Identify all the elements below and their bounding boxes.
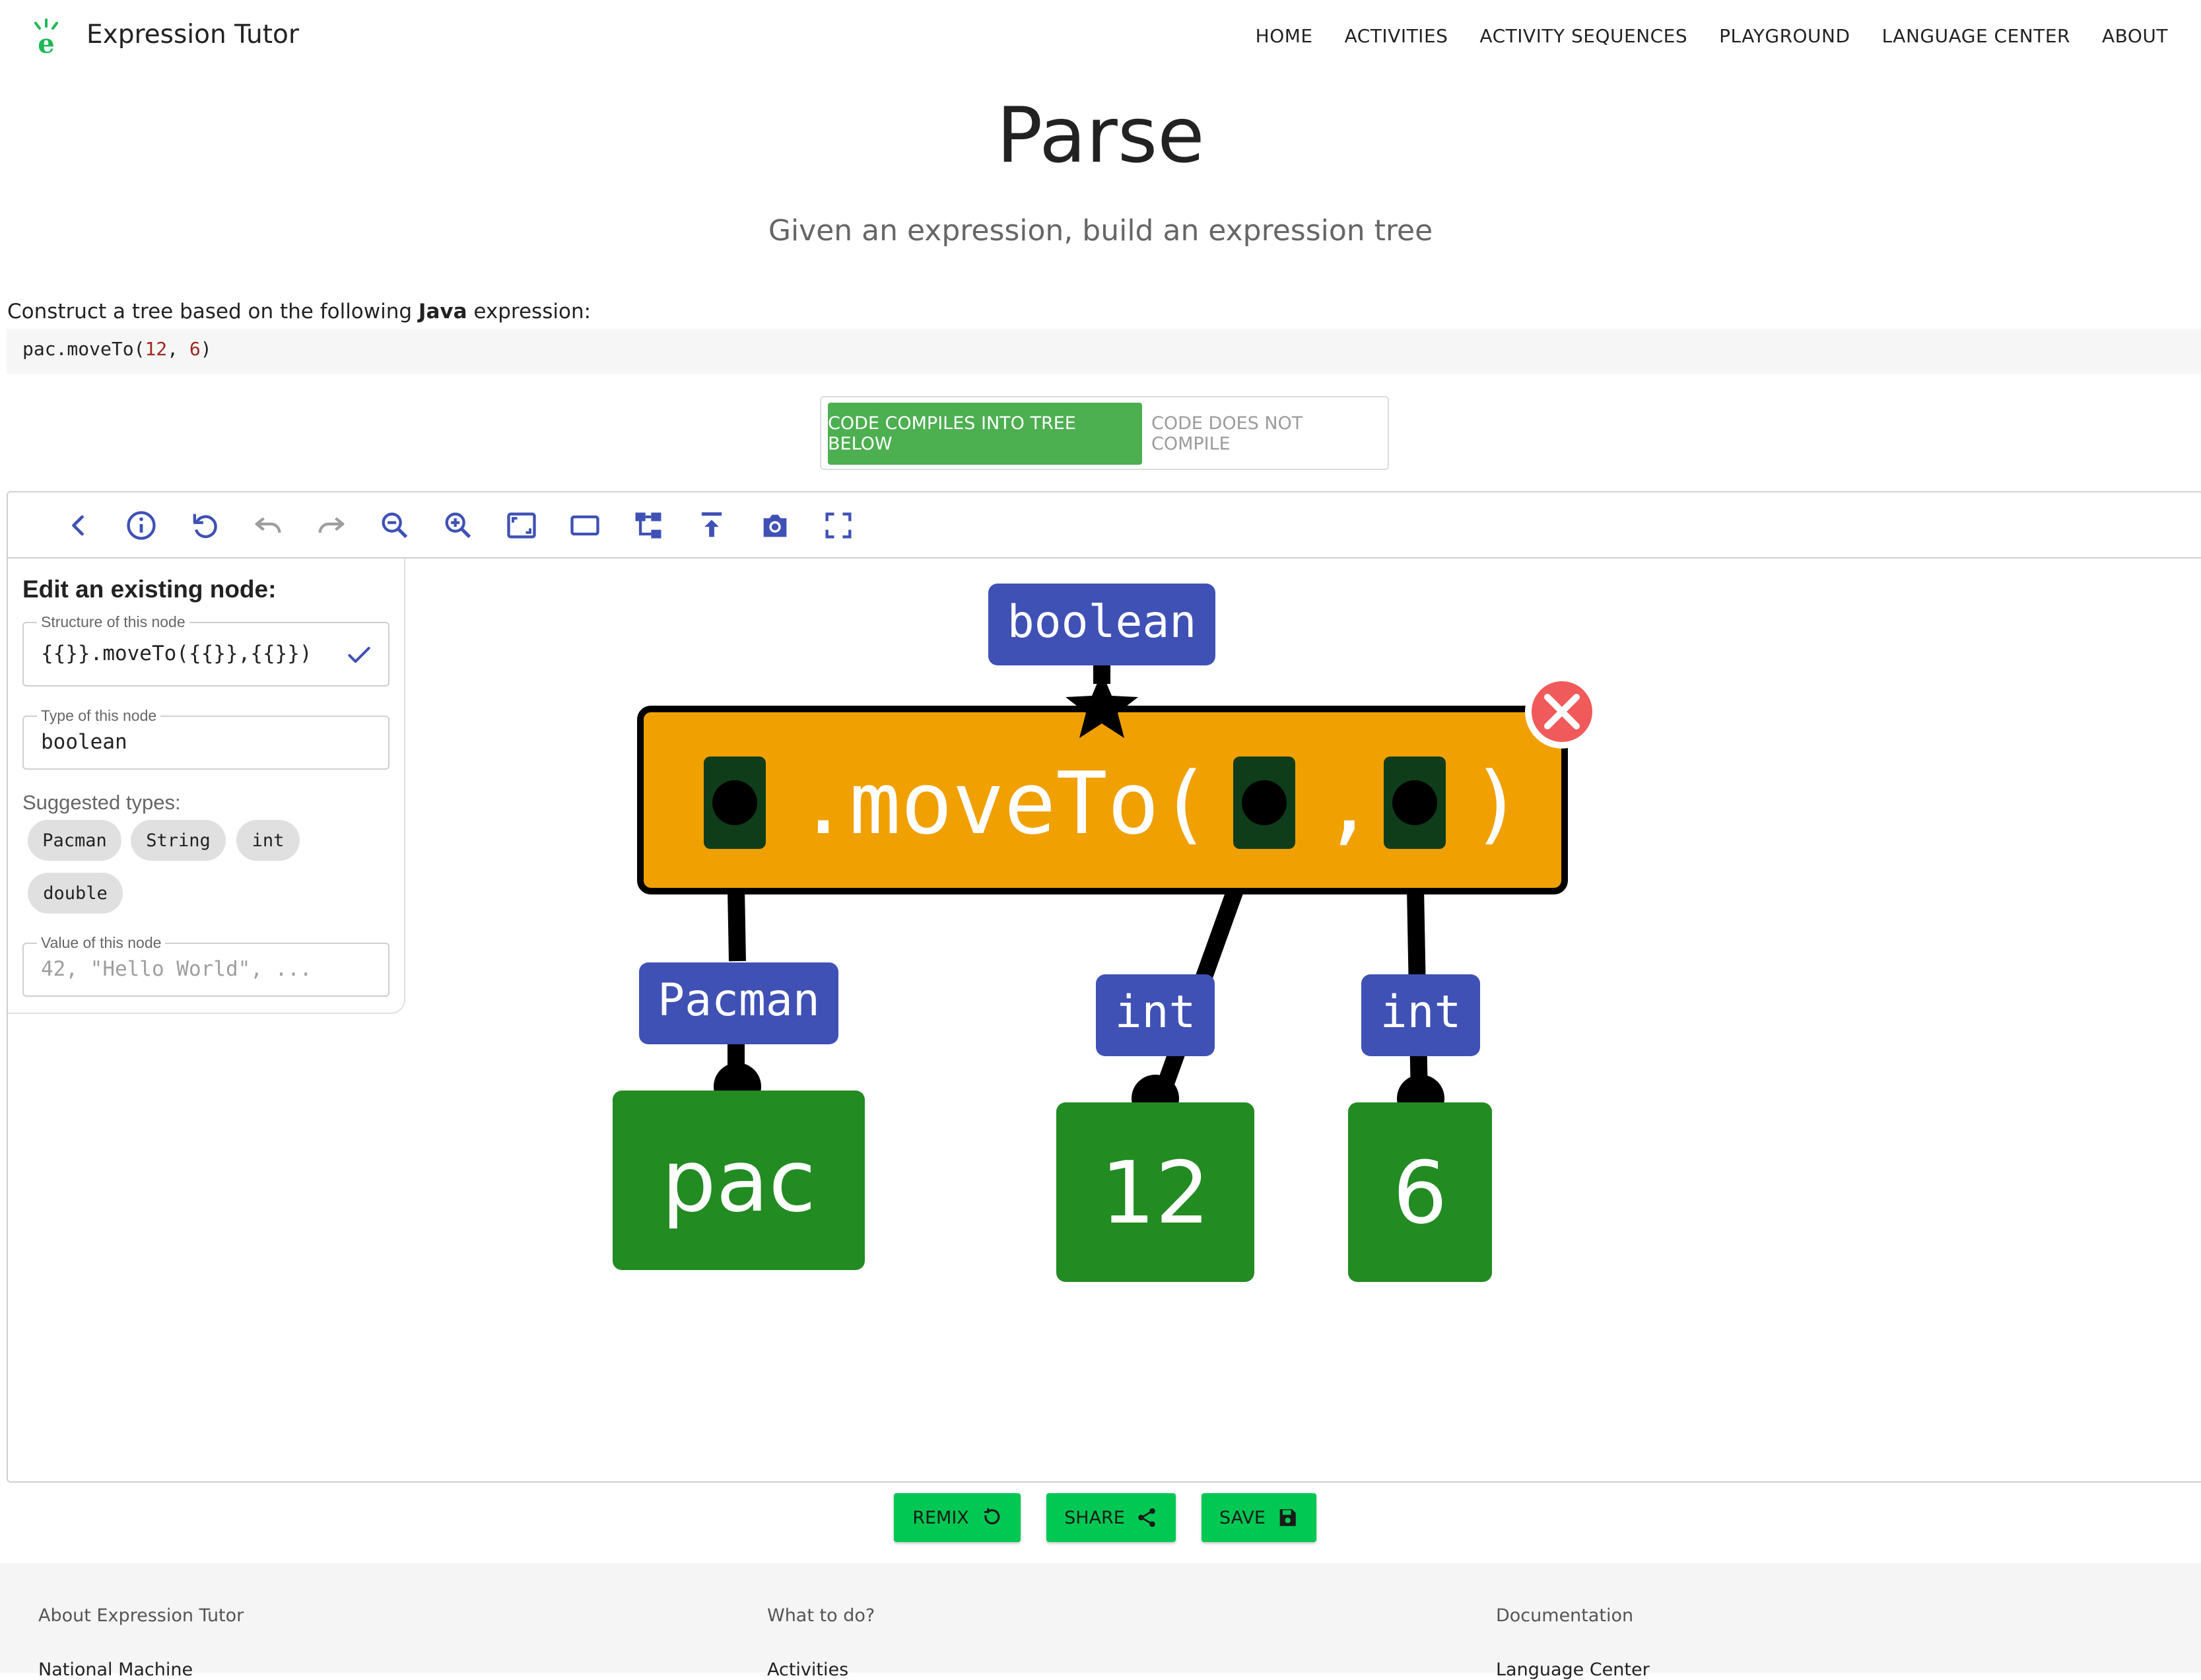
zoom-out-icon[interactable] [378, 508, 412, 543]
app-name[interactable]: Expression Tutor [86, 20, 299, 50]
value-label: Value of this node [37, 934, 166, 952]
root-node-close-label: ) [1471, 753, 1522, 854]
hole-2 [1233, 756, 1295, 849]
suggested-types-label: Suggested types: [22, 791, 181, 814]
nav-activities[interactable]: ACTIVITIES [1345, 25, 1448, 47]
code-compiles-button[interactable]: CODE COMPILES INTO TREE BELOW [828, 403, 1142, 465]
fit-width-icon[interactable] [568, 508, 602, 543]
nav-about[interactable]: ABOUT [2102, 25, 2168, 47]
screenshot-icon[interactable] [758, 508, 792, 543]
task-instruction: Construct a tree based on the following … [7, 300, 591, 323]
code-expression: pac.moveTo(12, 6) [22, 338, 212, 360]
code-number: 6 [189, 338, 201, 360]
code-number: 12 [145, 338, 168, 360]
remix-label: REMIX [912, 1507, 969, 1528]
editor-toolbar [8, 492, 2201, 558]
structure-input[interactable]: {{}}.moveTo({{}},{{}}) [41, 642, 312, 665]
type-input[interactable]: boolean [41, 730, 127, 754]
remix-button[interactable]: REMIX [894, 1493, 1021, 1542]
code-part: ) [200, 338, 212, 360]
nav-playground[interactable]: PLAYGROUND [1719, 25, 1850, 47]
save-button[interactable]: SAVE [1202, 1493, 1316, 1542]
svg-text:e: e [38, 28, 54, 55]
value-input[interactable]: 42, "Hello World", ... [41, 957, 312, 981]
check-icon[interactable] [345, 640, 374, 669]
share-label: SHARE [1064, 1507, 1125, 1528]
share-icon [1138, 1508, 1155, 1528]
main-nav: HOME ACTIVITIES ACTIVITY SEQUENCES PLAYG… [1224, 25, 2168, 47]
save-icon [1279, 1509, 1296, 1526]
back-icon[interactable] [61, 508, 95, 543]
code-part: , [167, 338, 189, 360]
suggested-type-chip[interactable]: String [131, 820, 226, 861]
suggested-type-chip[interactable]: Pacman [28, 820, 121, 861]
footer-link[interactable]: National Machine [38, 1660, 193, 1680]
nav-activity-sequences[interactable]: ACTIVITY SEQUENCES [1479, 25, 1687, 47]
code-part: pac.moveTo( [22, 338, 145, 360]
leaf-node-6-label: 6 [1393, 1143, 1448, 1243]
hole-1 [704, 756, 766, 849]
structure-label: Structure of this node [37, 613, 189, 631]
root-node-comma-label: , [1323, 753, 1374, 854]
zoom-in-icon[interactable] [441, 508, 475, 543]
save-label: SAVE [1219, 1507, 1266, 1528]
page-subtitle: Given an expression, build an expression… [768, 214, 1433, 248]
tree-layout-icon[interactable] [631, 508, 665, 543]
undo-icon[interactable] [251, 508, 285, 543]
footer-about-title: About Expression Tutor [38, 1605, 244, 1626]
type-badge-12-label: int [1115, 986, 1196, 1038]
footer-documentation-title: Documentation [1496, 1605, 1634, 1626]
root-node-method-label: .moveTo( [797, 753, 1211, 854]
footer-what-to-do-title: What to do? [767, 1605, 875, 1626]
nav-home[interactable]: HOME [1256, 25, 1313, 47]
share-button[interactable]: SHARE [1046, 1493, 1176, 1542]
structure-field[interactable]: Structure of this node {{}}.moveTo({{}},… [22, 613, 389, 687]
reset-icon[interactable] [187, 508, 222, 543]
page-title: Parse [996, 91, 1205, 180]
footer: About Expression Tutor What to do? Docum… [0, 1563, 2201, 1680]
tree-editor: boolean .moveTo( , ) Pacman int int pac … [7, 491, 2201, 1483]
type-badge-6-label: int [1380, 986, 1462, 1038]
remix-icon [984, 1508, 1000, 1525]
type-field[interactable]: Type of this node boolean [22, 707, 389, 770]
type-badge-pac-label: Pacman [658, 974, 820, 1026]
nav-language-center[interactable]: LANGUAGE CENTER [1882, 25, 2070, 47]
fit-to-screen-icon[interactable] [504, 508, 539, 543]
code-expression-box: pac.moveTo(12, 6) [7, 329, 2201, 374]
node-edit-panel: Edit an existing node: Structure of this… [8, 558, 405, 1014]
footer-link[interactable]: Language Center [1496, 1660, 1650, 1680]
footer-link[interactable]: Activities [767, 1660, 848, 1680]
instruction-language: Java [418, 300, 467, 323]
info-icon[interactable] [124, 508, 158, 543]
instruction-prefix: Construct a tree based on the following [7, 300, 419, 323]
delete-node-icon [1525, 675, 1599, 749]
suggested-type-chip[interactable]: int [236, 820, 300, 861]
export-icon[interactable] [694, 508, 729, 543]
value-field[interactable]: Value of this node 42, "Hello World", ..… [22, 934, 389, 997]
app-logo[interactable]: e [29, 17, 63, 59]
leaf-node-12-label: 12 [1100, 1143, 1209, 1243]
fullscreen-icon[interactable] [821, 508, 856, 543]
type-badge-root-label: boolean [1007, 596, 1197, 648]
instruction-suffix: expression: [467, 300, 592, 323]
suggested-type-chip[interactable]: double [28, 873, 123, 914]
hole-3 [1384, 756, 1446, 849]
redo-icon[interactable] [314, 508, 349, 543]
edge-pac [728, 888, 746, 962]
code-does-not-compile-button[interactable]: CODE DOES NOT COMPILE [1151, 403, 1382, 465]
compile-toggle: CODE COMPILES INTO TREE BELOW CODE DOES … [820, 396, 1389, 470]
panel-heading: Edit an existing node: [22, 576, 277, 603]
leaf-node-pac-label: pac [661, 1131, 816, 1231]
type-label: Type of this node [37, 707, 161, 725]
